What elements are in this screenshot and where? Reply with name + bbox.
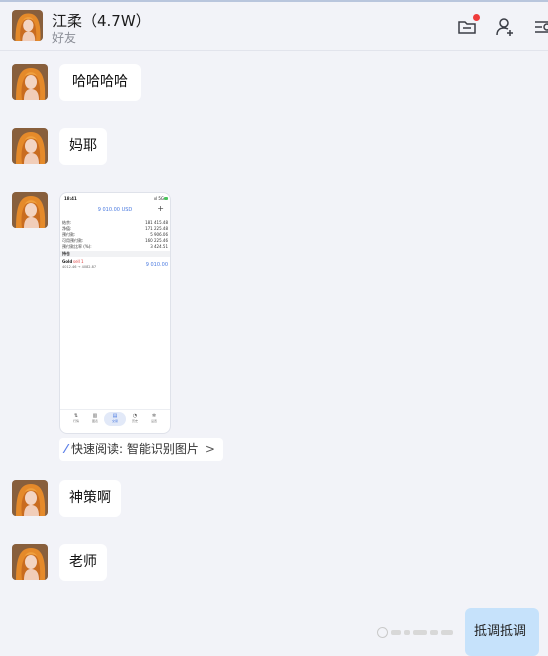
watermark bbox=[377, 624, 453, 640]
phone-plus: + bbox=[157, 204, 164, 213]
sender-avatar[interactable] bbox=[12, 544, 48, 580]
phone-position-symbol: Gold bbox=[62, 259, 73, 264]
add-friend-icon[interactable] bbox=[494, 16, 516, 38]
message-bubble[interactable]: 哈哈哈哈 bbox=[59, 64, 141, 101]
chevron-right-icon: > bbox=[204, 442, 215, 456]
phone-tab-bar: ⇅ 行情 ▥ 图表 ▤ 交易 ◔ 历史 ✲ 设置 bbox=[60, 409, 170, 433]
phone-row-label: 预付款比率 (%): bbox=[62, 244, 92, 249]
contact-avatar[interactable] bbox=[12, 10, 43, 41]
phone-tab: ◔ 历史 bbox=[125, 413, 145, 423]
phone-row-value: 160 225.46 bbox=[145, 238, 168, 243]
phone-position-profit: 9 010.00 bbox=[145, 262, 168, 268]
ai-sparkle-icon: ⁄ bbox=[65, 442, 68, 456]
sender-avatar[interactable] bbox=[12, 480, 48, 516]
chat-header: 江柔（4.7W） 好友 bbox=[0, 2, 548, 51]
sender-avatar[interactable] bbox=[12, 192, 48, 228]
quick-read-label: 快速阅读: 智能识别图片 bbox=[71, 442, 199, 456]
more-menu-icon[interactable] bbox=[532, 16, 548, 38]
battery-icon bbox=[164, 197, 168, 200]
quick-read-button[interactable]: ⁄ 快速阅读: 智能识别图片 > bbox=[59, 438, 223, 461]
phone-section-title: 持仓 bbox=[62, 251, 70, 256]
message-bubble[interactable]: 神策啊 bbox=[59, 480, 121, 517]
phone-signal: ııl 5G bbox=[153, 196, 164, 201]
sender-avatar[interactable] bbox=[12, 128, 48, 164]
message-bubble[interactable]: 妈耶 bbox=[59, 128, 107, 165]
phone-tab: ▤ 交易 bbox=[105, 413, 125, 423]
contact-type-label: 好友 bbox=[52, 31, 77, 45]
phone-row-value: 3 424.51 bbox=[150, 244, 168, 249]
phone-row-value: 171 225.48 bbox=[145, 226, 168, 231]
phone-tab: ⇅ 行情 bbox=[66, 413, 86, 423]
phone-tab: ▥ 图表 bbox=[85, 413, 105, 423]
outgoing-message-bubble[interactable]: 抵调抵调 bbox=[465, 608, 539, 656]
phone-row-value: 5 906.06 bbox=[150, 232, 168, 237]
image-message[interactable]: 18:41 ııl 5G 9 010.00 USD + 结余: 181 415.… bbox=[59, 192, 171, 434]
message-bubble[interactable]: 老师 bbox=[59, 544, 107, 581]
phone-position-side: sell 1 bbox=[73, 259, 84, 264]
notification-dot bbox=[473, 14, 480, 21]
phone-balance: 9 010.00 USD bbox=[97, 207, 133, 213]
phone-row-value: 181 415.48 bbox=[145, 220, 168, 225]
phone-section-bar bbox=[60, 251, 170, 257]
contact-name[interactable]: 江柔（4.7W） bbox=[52, 10, 151, 31]
phone-tab: ✲ 设置 bbox=[144, 413, 164, 423]
phone-position-prices: 4012.46 → 4082.87 bbox=[62, 265, 97, 269]
sender-avatar[interactable] bbox=[12, 64, 48, 100]
phone-time: 18:41 bbox=[64, 196, 77, 201]
